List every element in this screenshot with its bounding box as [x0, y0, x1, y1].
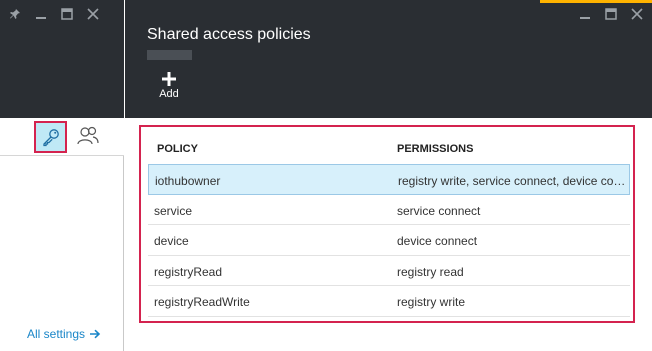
close-icon[interactable] — [82, 5, 104, 23]
page-title: Shared access policies — [147, 26, 311, 43]
settings-toolbar — [0, 118, 124, 156]
key-icon — [42, 129, 59, 147]
shared-access-policies-blade: Shared access policies Add POLICY PERMIS… — [125, 0, 652, 351]
column-header-policy: POLICY — [157, 143, 198, 155]
users-icon — [77, 126, 99, 145]
blade-header: Shared access policies Add — [125, 0, 652, 118]
policy-name: device — [154, 234, 189, 248]
table-header: POLICY PERMISSIONS — [151, 141, 627, 159]
minimize-icon[interactable] — [30, 5, 52, 23]
settings-blade-header — [0, 0, 124, 118]
policy-permissions: registry write — [397, 295, 466, 309]
policy-permissions: service connect — [397, 203, 481, 218]
key-button[interactable] — [34, 121, 67, 153]
add-label: Add — [159, 88, 179, 100]
arrow-right-icon — [90, 329, 101, 339]
minimize-icon[interactable] — [574, 5, 596, 23]
plus-icon — [162, 72, 176, 86]
column-header-permissions: PERMISSIONS — [397, 143, 474, 155]
policy-name: registryReadWrite — [154, 295, 250, 309]
active-blade-accent — [540, 0, 652, 3]
settings-window-controls — [4, 5, 108, 23]
policy-name: registryRead — [154, 264, 223, 279]
maximize-icon[interactable] — [56, 5, 78, 23]
table-row[interactable]: service service connect — [148, 195, 630, 225]
policy-name: iothubowner — [155, 174, 221, 188]
add-button[interactable]: Add — [155, 72, 183, 100]
pin-icon[interactable] — [4, 5, 26, 23]
maximize-icon[interactable] — [600, 5, 622, 23]
table-row[interactable]: registryReadWrite registry write — [148, 286, 630, 317]
policy-permissions: device connect — [397, 234, 478, 248]
policy-permissions: registry write, service connect, device … — [398, 174, 628, 188]
blade-window-controls — [570, 5, 648, 23]
policy-rows: iothubowner registry write, service conn… — [148, 164, 630, 317]
all-settings-label: All settings — [27, 327, 86, 341]
table-row[interactable]: iothubowner registry write, service conn… — [148, 164, 630, 195]
redacted-subtitle — [147, 50, 192, 60]
table-row[interactable]: registryRead registry read — [148, 256, 630, 286]
policy-table: POLICY PERMISSIONS iothubowner registry … — [139, 125, 635, 323]
policy-permissions: registry read — [397, 264, 464, 279]
users-button[interactable] — [74, 122, 102, 150]
settings-blade: All settings — [0, 0, 124, 351]
table-row[interactable]: device device connect — [148, 225, 630, 256]
policy-name: service — [154, 203, 193, 218]
close-icon[interactable] — [626, 5, 648, 23]
all-settings-link[interactable]: All settings — [27, 327, 101, 341]
